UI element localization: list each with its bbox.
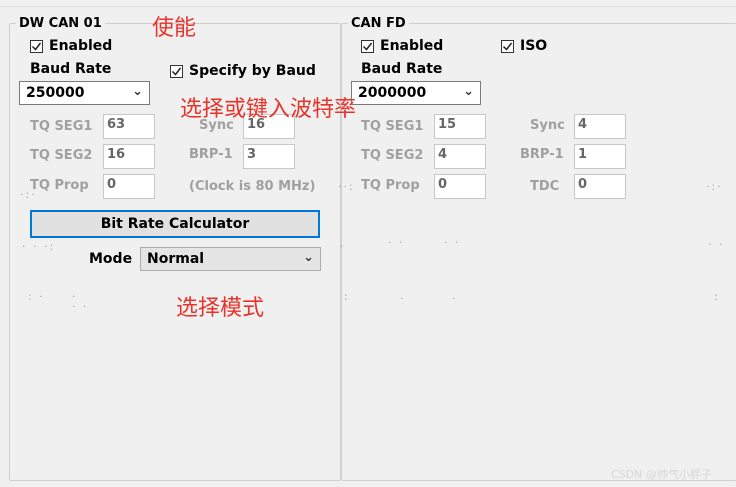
mode-select[interactable]: Normal ⌄	[140, 247, 321, 271]
left-tq-prop-label: TQ Prop	[30, 178, 89, 193]
left-tq-prop-field[interactable]: 0	[103, 174, 155, 199]
chevron-down-icon: ⌄	[132, 84, 143, 99]
window-top-border	[0, 6, 736, 7]
hidden-control-dots: · ·	[388, 236, 405, 249]
right-enabled-label: Enabled	[380, 38, 444, 54]
left-tq-seg1-label: TQ SEG1	[30, 119, 93, 134]
iso-label: ISO	[520, 38, 548, 54]
right-tq-prop-field[interactable]: 0	[434, 174, 486, 199]
clock-note: (Clock is 80 MHz)	[189, 179, 316, 194]
hidden-control-dots: ·	[400, 292, 406, 305]
right-tq-seg1-field[interactable]: 15	[434, 114, 486, 139]
hidden-control-dots: · ·	[444, 236, 461, 249]
right-tdc-field[interactable]: 0	[574, 174, 626, 199]
hidden-control-dots: ··:	[338, 180, 355, 193]
check-icon	[501, 39, 514, 53]
left-tq-seg1-field[interactable]: 63	[103, 114, 155, 139]
can-fd-title: CAN FD	[348, 17, 409, 31]
left-enabled-label: Enabled	[49, 38, 113, 54]
hidden-control-dots: ·	[452, 292, 458, 305]
can-config-window: { "left": { "title": "DW CAN 01", "enabl…	[0, 0, 736, 487]
right-tq-seg1-label: TQ SEG1	[361, 119, 424, 134]
left-enabled-checkbox[interactable]: Enabled	[30, 38, 112, 54]
specify-by-baud-checkbox[interactable]: Specify by Baud	[170, 63, 316, 79]
chevron-down-icon: ⌄	[303, 250, 314, 265]
hidden-control-dots: :	[714, 290, 720, 303]
left-brp-field[interactable]: 3	[243, 144, 295, 169]
annotation-enable: 使能	[152, 16, 197, 41]
right-enabled-checkbox[interactable]: Enabled	[361, 38, 443, 54]
left-brp-label: BRP-1	[189, 147, 233, 162]
bit-rate-calculator-button[interactable]: Bit Rate Calculator	[30, 210, 320, 238]
right-brp-label: BRP-1	[520, 147, 564, 162]
left-baud-rate-select[interactable]: 250000 ⌄	[19, 81, 150, 105]
mode-label: Mode	[89, 251, 133, 267]
hidden-control-dots: :	[344, 290, 350, 303]
annotation-select-mode: 选择模式	[176, 296, 265, 321]
hidden-control-dots: · · ·:	[22, 240, 56, 253]
right-tq-prop-label: TQ Prop	[361, 178, 420, 193]
right-sync-label: Sync	[530, 118, 565, 133]
annotation-select-baud: 选择或键入波特率	[180, 97, 357, 122]
right-baud-rate-label: Baud Rate	[361, 61, 443, 77]
check-icon	[30, 39, 43, 53]
right-tdc-label: TDC	[530, 179, 560, 194]
check-icon	[361, 39, 374, 53]
right-sync-field[interactable]: 4	[574, 114, 626, 139]
left-baud-rate-label: Baud Rate	[30, 61, 112, 77]
right-tq-seg2-field[interactable]: 4	[434, 144, 486, 169]
hidden-control-dots: ·:·	[20, 188, 37, 201]
left-tq-seg2-field[interactable]: 16	[103, 144, 155, 169]
hidden-control-dots: · ·	[708, 238, 725, 251]
watermark: CSDN @帅气小胖子	[611, 468, 712, 481]
right-brp-field[interactable]: 1	[574, 144, 626, 169]
left-tq-seg2-label: TQ SEG2	[30, 148, 93, 163]
check-icon	[170, 64, 183, 78]
right-baud-rate-select[interactable]: 2000000 ⌄	[351, 81, 481, 105]
hidden-control-dots: ·	[340, 240, 346, 253]
mode-value: Normal	[147, 251, 205, 267]
hidden-control-dots: : ·	[28, 290, 45, 303]
hidden-control-dots: ·:·	[706, 180, 723, 193]
right-tq-seg2-label: TQ SEG2	[361, 148, 424, 163]
left-baud-rate-value: 250000	[26, 85, 85, 101]
specify-by-baud-label: Specify by Baud	[189, 63, 316, 79]
chevron-down-icon: ⌄	[463, 84, 474, 99]
iso-checkbox[interactable]: ISO	[501, 38, 547, 54]
right-baud-rate-value: 2000000	[358, 85, 427, 101]
dw-can-01-title: DW CAN 01	[16, 17, 105, 31]
hidden-control-dots: · ·	[72, 300, 89, 313]
